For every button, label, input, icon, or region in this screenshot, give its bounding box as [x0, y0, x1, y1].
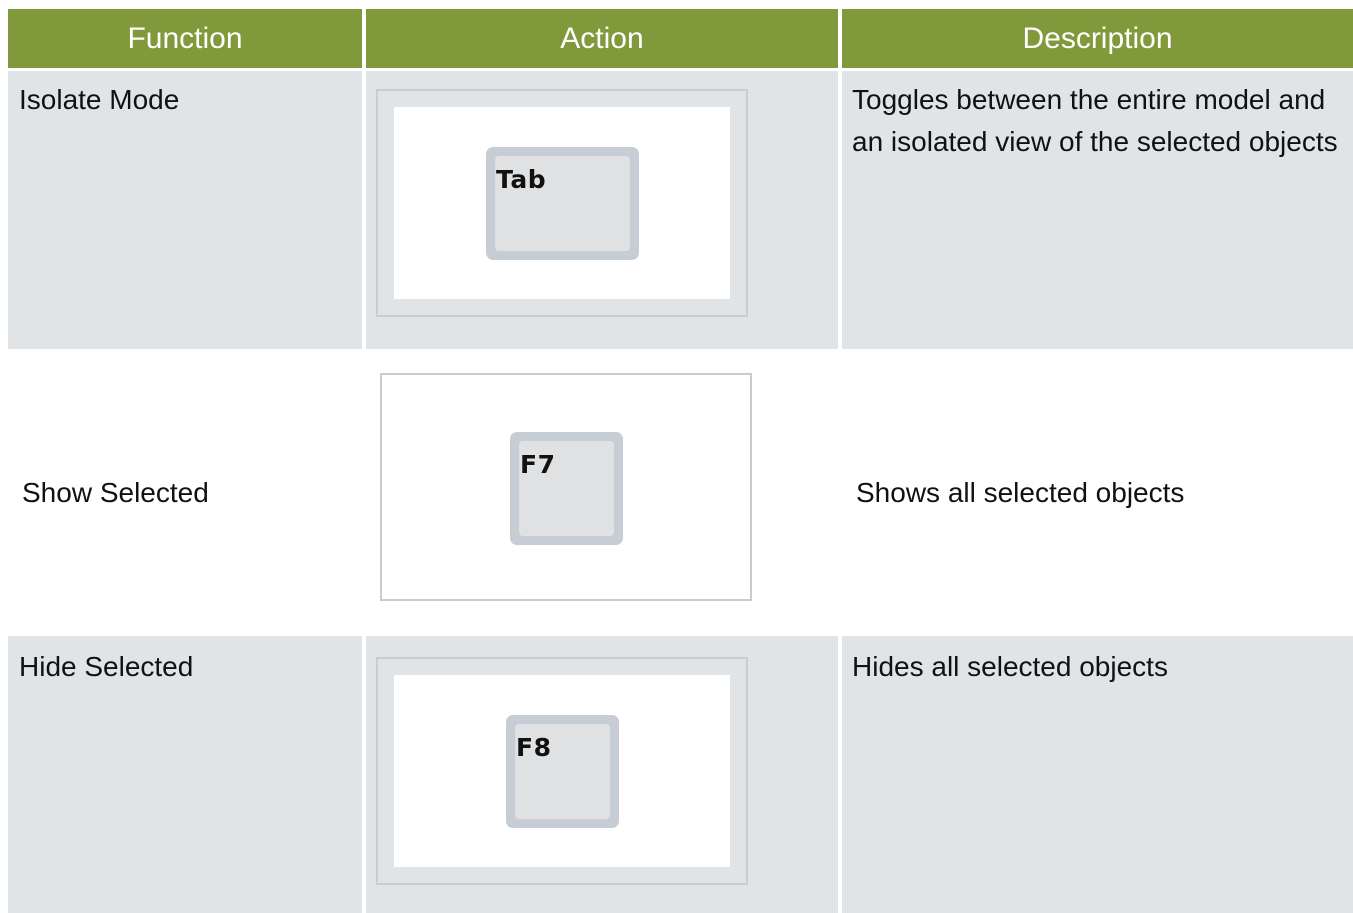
description-text: Hides all selected objects	[852, 651, 1168, 682]
function-label: Isolate Mode	[19, 84, 180, 115]
function-label: Show Selected	[22, 477, 209, 508]
function-label: Hide Selected	[19, 651, 194, 682]
header-function-label: Function	[127, 21, 243, 55]
row-hide-selected-description-cell: Hides all selected objects	[842, 636, 1353, 913]
row-show-selected-description-cell: Shows all selected objects	[842, 353, 1353, 632]
header-description-label: Description	[1022, 21, 1173, 55]
tab-key-icon: Tab	[486, 147, 639, 260]
f8-key-icon: F8	[506, 715, 619, 828]
row-isolate-mode-function-cell: Isolate Mode	[8, 71, 362, 349]
header-description: Description	[842, 9, 1353, 68]
row-isolate-mode-description-cell: Toggles between the entire model and an …	[842, 71, 1353, 349]
key-label: F7	[520, 450, 556, 479]
header-action: Action	[366, 9, 838, 68]
row-hide-selected-action-cell: F8	[366, 636, 838, 913]
description-text: Toggles between the entire model and an …	[852, 84, 1338, 157]
keyboard-shortcut-image: F8	[376, 657, 748, 885]
row-hide-selected-function-cell: Hide Selected	[8, 636, 362, 913]
header-action-label: Action	[560, 21, 644, 55]
header-function: Function	[8, 9, 362, 68]
keyboard-shortcut-image: F7	[380, 373, 752, 601]
key-label: F8	[516, 733, 552, 762]
row-isolate-mode-action-cell: Tab	[366, 71, 838, 349]
row-show-selected-action-cell: F7	[366, 353, 838, 632]
key-label: Tab	[496, 165, 547, 194]
row-show-selected-function-cell: Show Selected	[8, 353, 362, 632]
f7-key-icon: F7	[510, 432, 623, 545]
keyboard-shortcut-image: Tab	[376, 89, 748, 317]
description-text: Shows all selected objects	[856, 477, 1185, 508]
